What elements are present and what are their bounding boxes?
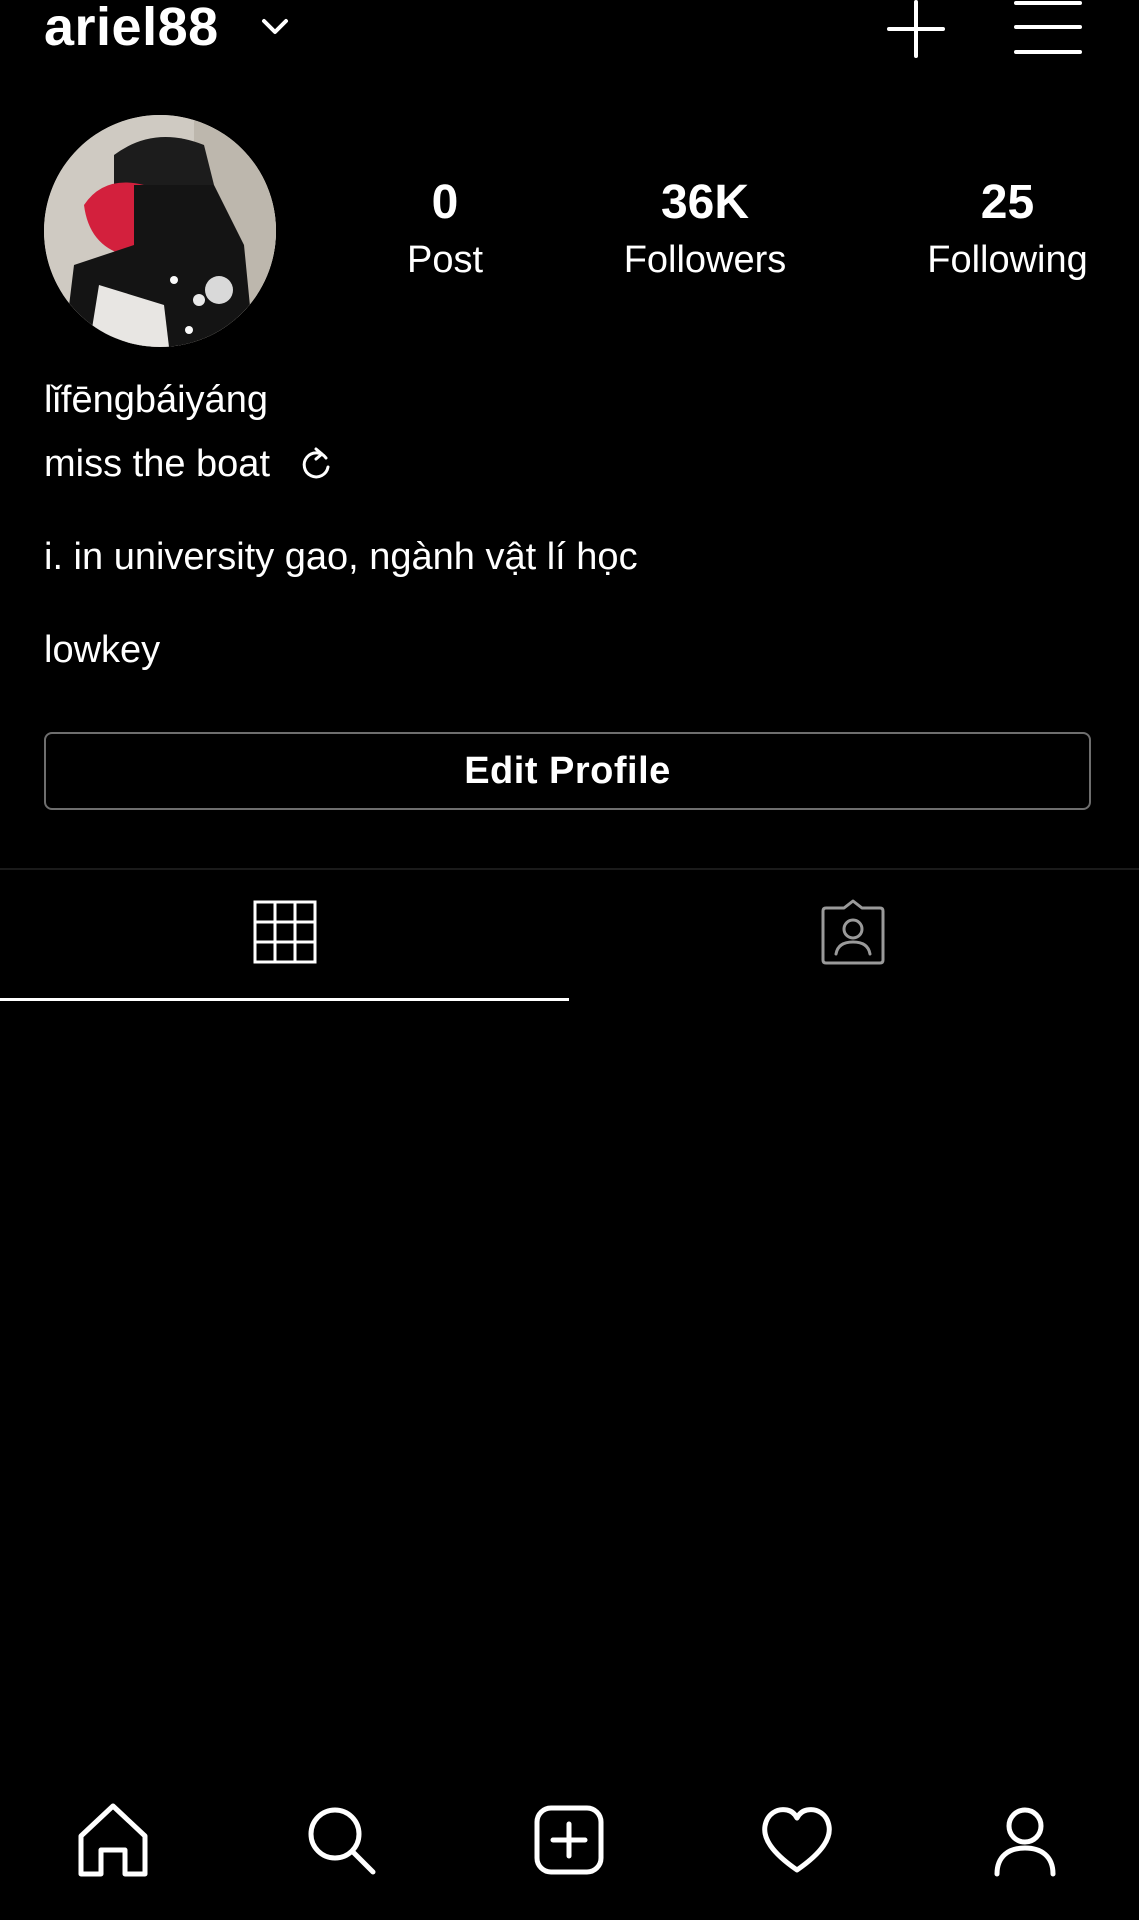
profile-icon[interactable]	[985, 1800, 1065, 1880]
tagged-icon[interactable]	[820, 898, 886, 966]
stat-posts-label: Post	[406, 239, 484, 281]
heart-icon[interactable]	[757, 1800, 837, 1880]
stat-following-value: 25	[980, 176, 1035, 229]
stat-posts-value: 0	[431, 176, 459, 229]
edit-profile-button[interactable]: Edit Profile	[44, 732, 1091, 810]
stat-followers-value: 36K	[660, 176, 750, 229]
bio-line-3: lowkey	[44, 629, 161, 671]
active-tab-indicator	[0, 998, 569, 1001]
grid-icon[interactable]	[253, 900, 317, 964]
avatar-photo	[44, 115, 276, 347]
stat-following-label: Following	[927, 239, 1088, 281]
stat-following[interactable]: 25 Following	[900, 175, 1115, 283]
chevron-down-icon[interactable]	[258, 10, 292, 44]
profile-username[interactable]: ariel88	[44, 0, 219, 54]
bio-line-2: i. in university gao, ngành vật lí học	[44, 536, 638, 578]
stat-followers-label: Followers	[623, 239, 787, 281]
bio-name: lǐfēngbáiyáng	[44, 379, 268, 421]
search-icon[interactable]	[301, 1800, 381, 1880]
refresh-icon	[302, 447, 330, 479]
stat-posts[interactable]: 0 Post	[385, 175, 505, 283]
plus-icon[interactable]	[885, 0, 947, 60]
create-icon[interactable]	[529, 1800, 609, 1880]
home-icon[interactable]	[73, 1800, 153, 1880]
stat-followers[interactable]: 36K Followers	[600, 175, 810, 283]
avatar[interactable]	[44, 115, 276, 347]
hamburger-menu-icon[interactable]	[1012, 0, 1084, 60]
bio-line-1: miss the boat	[44, 443, 270, 485]
